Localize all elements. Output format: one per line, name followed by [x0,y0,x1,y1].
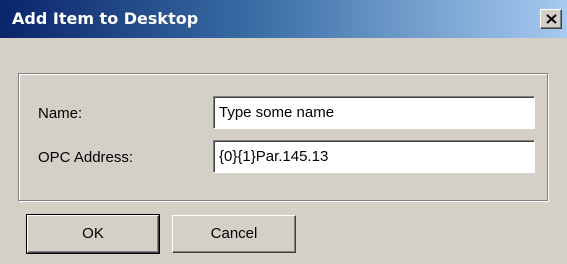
name-field[interactable]: Type some name [213,96,535,129]
close-icon [546,14,557,24]
opc-address-field[interactable]: {0}{1}Par.145.13 [213,140,535,173]
opc-address-label: OPC Address: [38,149,134,166]
name-label: Name: [38,105,83,122]
title-bar[interactable]: Add Item to Desktop [0,0,567,38]
window-title: Add Item to Desktop [12,9,199,28]
close-button[interactable] [540,9,562,29]
add-item-dialog: Add Item to Desktop Name: Type some name… [0,0,567,264]
ok-button[interactable]: OK [26,214,160,254]
item-details-group [18,73,548,201]
cancel-button[interactable]: Cancel [172,215,296,253]
